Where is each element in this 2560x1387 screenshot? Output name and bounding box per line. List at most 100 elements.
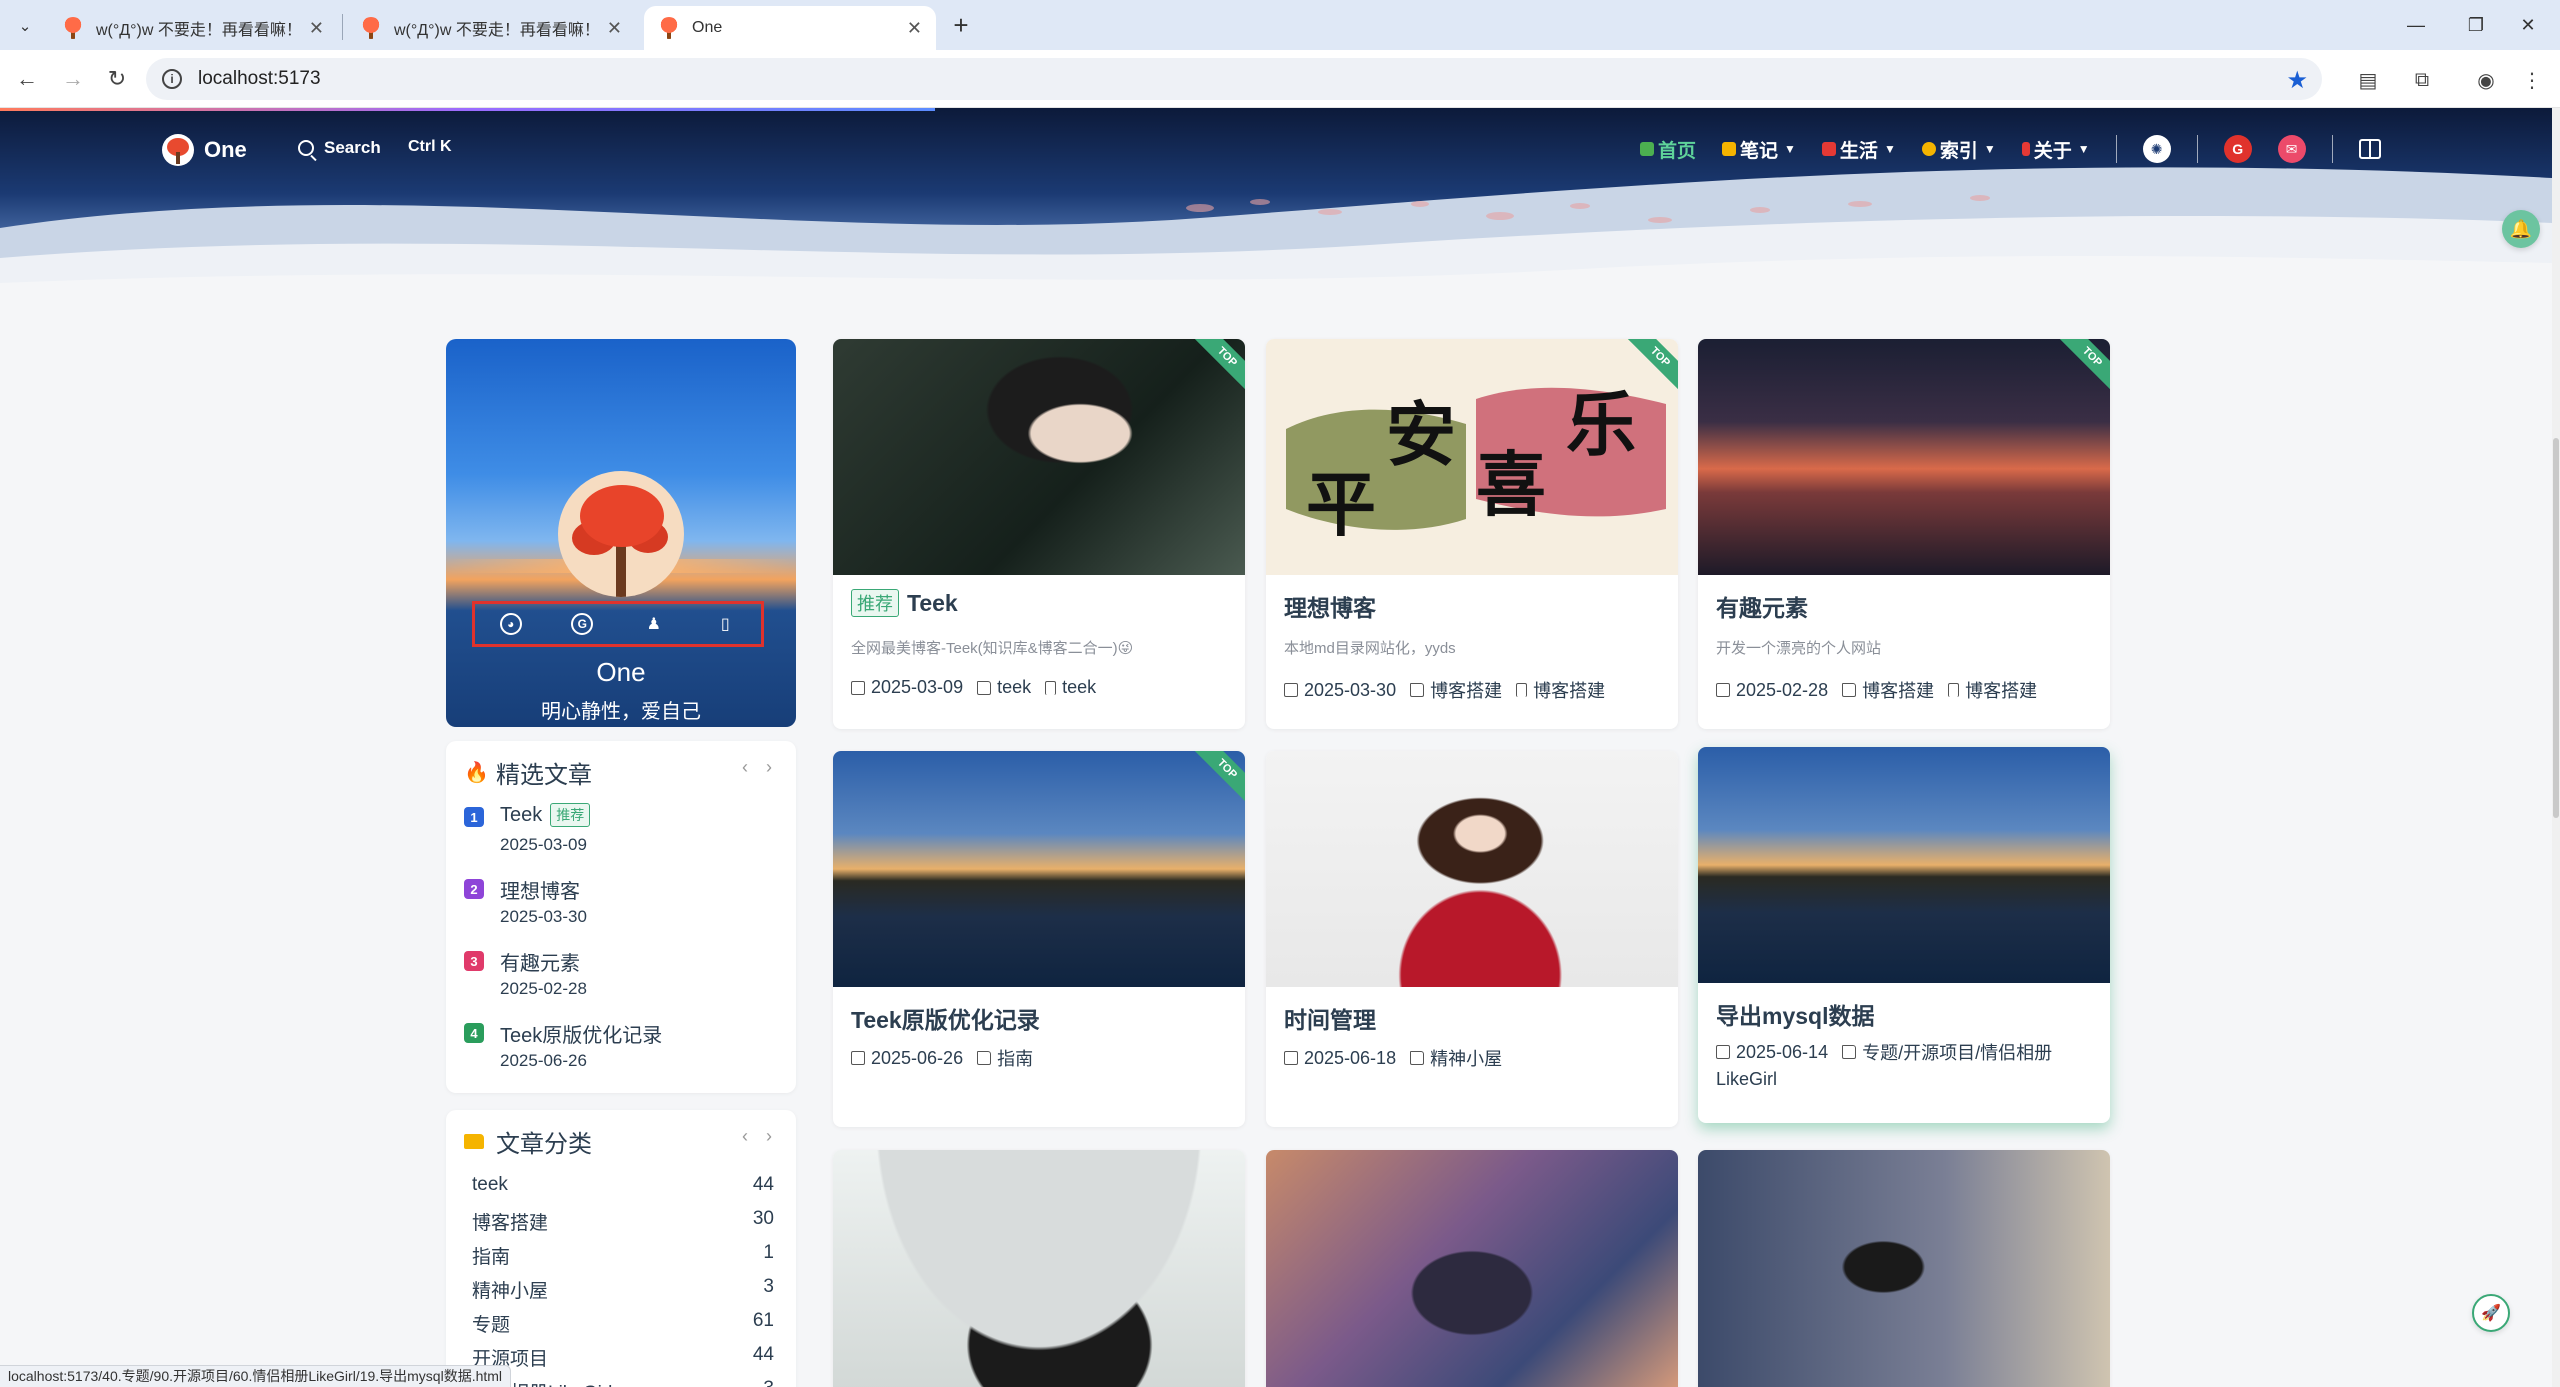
minimize-icon[interactable]: — — [2396, 8, 2436, 42]
profile-icon[interactable]: ◉ — [2470, 64, 2502, 96]
category-row[interactable]: 开源项目 44 — [472, 1344, 774, 1371]
phone-icon[interactable]: ▯ — [714, 613, 736, 635]
qq-icon[interactable]: ♟ — [643, 613, 665, 635]
post-title: Teek — [907, 589, 958, 616]
back-to-top-rocket-icon[interactable]: 🚀 — [2472, 1294, 2510, 1332]
post-card[interactable]: TOP 有趣元素 开发一个漂亮的个人网站 2025-02-28 博客搭建 博客搭… — [1698, 339, 2110, 729]
google-icon[interactable]: G — [571, 613, 594, 635]
page-scrollbar[interactable] — [2552, 108, 2560, 1387]
browser-menu-icon[interactable]: ⋮ — [2516, 64, 2548, 96]
notification-bell-icon[interactable]: 🔔 — [2502, 210, 2540, 248]
mail-icon[interactable]: ✉ — [2277, 135, 2306, 163]
category-row[interactable]: 博客搭建 30 — [472, 1208, 774, 1235]
chevron-left-icon[interactable]: ‹ — [742, 757, 748, 778]
category-row[interactable]: 情侣相册LikeGirl3 — [472, 1378, 774, 1387]
post-category[interactable]: teek — [977, 677, 1031, 698]
avatar[interactable] — [558, 471, 684, 597]
post-tag[interactable]: 博客搭建 — [1516, 677, 1605, 703]
post-category[interactable]: 指南 — [977, 1045, 1033, 1071]
tab-search-chevron-icon[interactable]: ⌄ — [10, 11, 40, 41]
tree-favicon-icon — [360, 17, 382, 39]
post-cover-image: 平 安 喜 乐 TOP — [1266, 339, 1678, 575]
post-card[interactable]: TOP Teek原版优化记录 2025-06-26 指南 — [833, 751, 1245, 1127]
github-icon[interactable]: ◕ — [499, 613, 522, 635]
post-card[interactable]: 时间管理 2025-06-18 精神小屋 — [1266, 751, 1678, 1127]
chevron-right-icon[interactable]: › — [766, 757, 772, 778]
social-links: ◕ G ♟ ▯ — [472, 601, 764, 647]
bookmark-star-icon[interactable]: ★ — [2286, 66, 2308, 95]
address-bar: ← → ↻ i localhost:5173 ★ ▤ ⧉ ◉ ⋮ — [0, 50, 2560, 108]
post-cover-image — [1266, 751, 1678, 987]
reading-list-icon[interactable]: ▤ — [2352, 64, 2384, 96]
nav-label: 索引 — [1939, 140, 1978, 162]
site-brand[interactable]: One — [162, 134, 247, 166]
folder-icon — [1410, 683, 1425, 697]
url-input[interactable]: i localhost:5173 ★ — [146, 58, 2322, 100]
back-icon[interactable]: ← — [12, 64, 42, 94]
chevron-right-icon[interactable]: › — [766, 1126, 772, 1147]
tab-close-icon[interactable]: ✕ — [907, 18, 922, 39]
tab-close-icon[interactable]: ✕ — [607, 18, 622, 39]
google-icon[interactable]: G — [2223, 135, 2252, 163]
bookmark-icon — [1948, 683, 1960, 697]
browser-tab-2[interactable]: w(°Д°)w 不要走！再看看嘛！ ✕ — [346, 6, 636, 50]
post-card[interactable] — [833, 1150, 1245, 1387]
post-card[interactable]: 导出mysql数据 2025-06-14 专题/开源项目/情侣相册 LikeGi… — [1698, 747, 2110, 1123]
post-category[interactable]: 精神小屋 — [1410, 1045, 1502, 1071]
post-tag[interactable]: teek — [1045, 677, 1096, 698]
browser-tab-1[interactable]: w(°Д°)w 不要走！再看看嘛！ ✕ — [48, 6, 338, 50]
profile-card: ◕ G ♟ ▯ One 明心静性，爱自己 — [446, 339, 796, 727]
svg-text:喜: 喜 — [1476, 443, 1546, 526]
post-card[interactable] — [1698, 1150, 2110, 1387]
sidebar-toggle-icon[interactable] — [2358, 139, 2381, 159]
nav-item-home[interactable]: 首页 — [1640, 136, 1696, 163]
window-close-icon[interactable]: ✕ — [2508, 8, 2548, 42]
post-card[interactable]: 平 安 喜 乐 TOP 理想博客 本地md目录网站化，yyds 2025-03-… — [1266, 339, 1678, 729]
svg-text:平: 平 — [1306, 463, 1376, 546]
forward-icon[interactable]: → — [58, 64, 88, 94]
category-count: 3 — [763, 1378, 774, 1387]
category-row[interactable]: teek 44 — [472, 1174, 774, 1196]
extensions-icon[interactable]: ⧉ — [2406, 64, 2438, 96]
nav-item-notes[interactable]: 笔记 ▼ — [1722, 136, 1796, 163]
featured-item-date: 2025-03-30 — [500, 907, 587, 926]
chevron-down-icon: ▼ — [2077, 142, 2090, 156]
category-name: teek — [472, 1174, 508, 1195]
home-icon — [1640, 142, 1654, 156]
reading-progress-bar — [0, 108, 935, 111]
restore-icon[interactable]: ❐ — [2456, 8, 2496, 42]
featured-heading: 🔥 精选文章 — [464, 755, 592, 790]
post-category[interactable]: 博客搭建 — [1410, 677, 1502, 703]
site-info-icon[interactable]: i — [162, 69, 182, 89]
post-tag[interactable]: 博客搭建 — [1948, 677, 2037, 703]
category-row[interactable]: 指南 1 — [472, 1242, 774, 1269]
top-ribbon: TOP — [1191, 339, 1245, 393]
reload-icon[interactable]: ↻ — [102, 64, 132, 94]
theme-toggle-icon[interactable]: ✺ — [2142, 135, 2171, 163]
post-description: 开发一个漂亮的个人网站 — [1716, 640, 1882, 657]
scrollbar-thumb[interactable] — [2553, 438, 2559, 818]
new-tab-icon[interactable]: + — [946, 10, 976, 40]
post-date: 2025-06-18 — [1284, 1048, 1396, 1069]
category-row[interactable]: 精神小屋 3 — [472, 1276, 774, 1303]
browser-tab-bar: ⌄ w(°Д°)w 不要走！再看看嘛！ ✕ w(°Д°)w 不要走！再看看嘛！ … — [0, 0, 2560, 50]
post-category[interactable]: 博客搭建 — [1842, 677, 1934, 703]
nav-divider — [2196, 135, 2198, 163]
post-category[interactable]: 专题/开源项目/情侣相册 — [1842, 1039, 2052, 1065]
nav-item-life[interactable]: 生活 ▼ — [1821, 136, 1896, 163]
tab-close-icon[interactable]: ✕ — [309, 18, 324, 39]
post-card[interactable] — [1266, 1150, 1678, 1387]
category-count: 44 — [752, 1174, 774, 1195]
nav-item-index[interactable]: 索引 ▼ — [1921, 136, 1996, 163]
chevron-left-icon[interactable]: ‹ — [742, 1126, 748, 1147]
nav-label: 关于 — [2033, 140, 2072, 162]
search-button[interactable]: Search — [298, 138, 381, 158]
post-meta: 2025-03-30 博客搭建 博客搭建 — [1284, 677, 1605, 703]
nav-item-about[interactable]: 关于 ▼ — [2021, 136, 2090, 163]
post-card[interactable]: TOP 推荐 Teek 全网最美博客-Teek(知识库&博客二合一)😜 2025… — [833, 339, 1245, 729]
category-row[interactable]: 专题 61 — [472, 1310, 774, 1337]
post-date: 2025-06-26 — [851, 1048, 963, 1069]
featured-pager: ‹ › — [742, 757, 772, 778]
bookmark-icon — [1516, 683, 1528, 697]
browser-tab-3[interactable]: One ✕ — [644, 6, 936, 50]
